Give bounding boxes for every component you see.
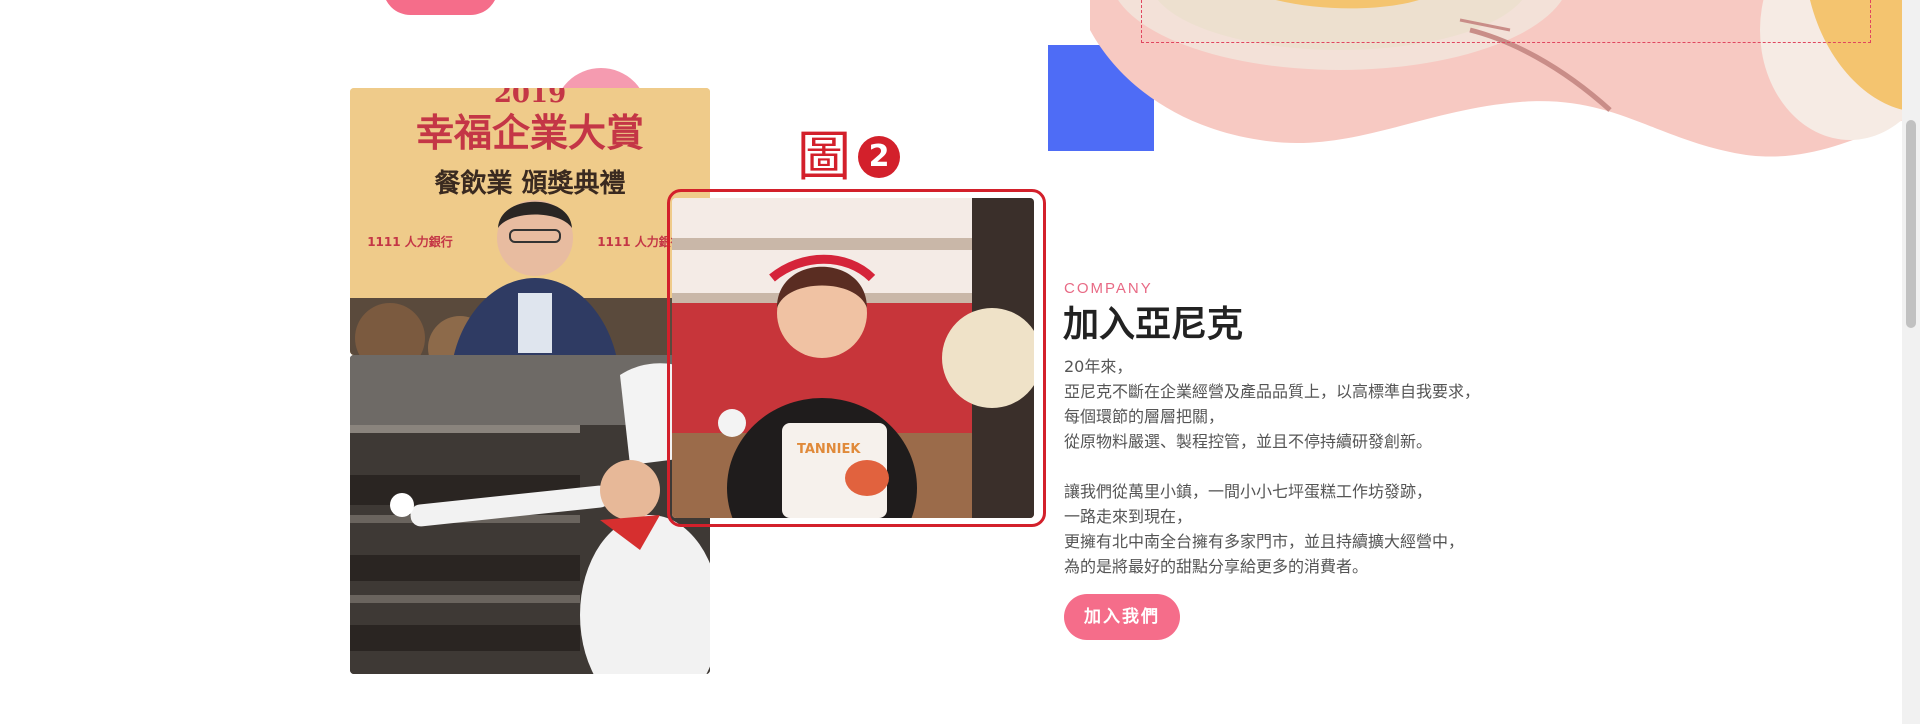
body-line: 一路走來到現在， [1064,507,1193,526]
award-title-text: 幸福企業大賞 [416,111,644,155]
join-us-button[interactable]: 加入我們 [1064,594,1180,640]
body-line: 20年來， [1064,357,1133,376]
body-line: 更擁有北中南全台擁有多家門市，並且持續擴大經營中， [1064,532,1465,551]
top-pill-button[interactable] [383,0,498,15]
annotation-label: 圖 [797,125,851,188]
hero-dashed-outline [1141,0,1871,43]
section-body: 20年來， 亞尼克不斷在企業經營及產品品質上，以高標準自我要求， 每個環節的層層… [1064,354,1584,579]
body-line: 讓我們從萬里小鎮，一間小小七坪蛋糕工作坊發跡， [1064,482,1433,501]
body-line: 為的是將最好的甜點分享給更多的消費者。 [1064,557,1369,576]
award-ceremony-photo: 2019 幸福企業大賞 餐飲業 頒獎典禮 1111 人力銀行 1111 人力銀行 [350,88,710,355]
scrollbar-track[interactable] [1902,0,1920,724]
section-eyebrow: COMPANY [1064,280,1153,297]
annotation-frame [667,189,1046,527]
body-line: 每個環節的層層把關， [1064,407,1225,426]
award-year-text: 2019 [494,88,566,109]
chef-oven-photo [350,355,710,674]
section-title: 加入亞尼克 [1063,304,1244,345]
body-line: 從原物料嚴選、製程控管，並且不停持續研發創新。 [1064,432,1433,451]
annotation-number-badge: 2 [858,136,900,178]
scrollbar-thumb[interactable] [1906,120,1916,328]
award-subtitle-text: 餐飲業 頒獎典禮 [434,168,625,199]
body-line: 亞尼克不斷在企業經營及產品品質上，以高標準自我要求， [1064,382,1481,401]
award-sponsor-text-left: 1111 人力銀行 [367,234,453,249]
